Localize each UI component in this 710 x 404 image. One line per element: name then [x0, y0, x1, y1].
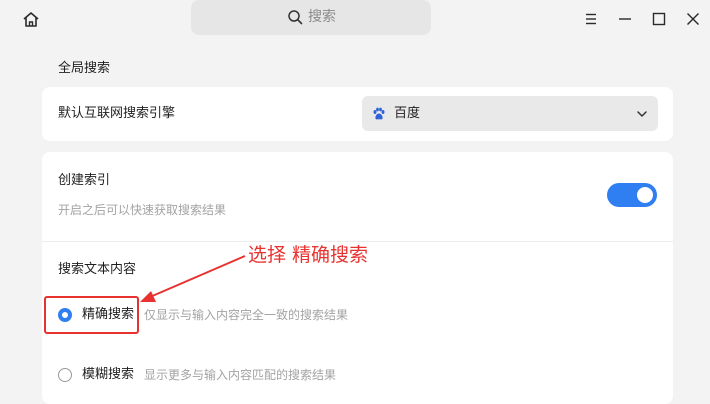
home-icon[interactable]: [20, 9, 42, 31]
search-input[interactable]: 搜索: [191, 0, 431, 35]
exact-search-description: 仅显示与输入内容完全一致的搜索结果: [144, 308, 349, 322]
chevron-down-icon: [637, 111, 647, 117]
search-input-content: 搜索: [287, 8, 336, 26]
create-index-title: 创建索引: [58, 173, 111, 188]
fuzzy-search-description: 显示更多与输入内容匹配的搜索结果: [144, 368, 337, 382]
search-engine-value: 百度: [394, 106, 421, 121]
search-engine-card: 默认互联网搜索引擎 百度: [42, 87, 673, 141]
title-bar: 搜索: [0, 0, 710, 40]
menu-icon[interactable]: [581, 9, 601, 29]
search-text-content-title: 搜索文本内容: [58, 262, 137, 277]
maximize-icon[interactable]: [649, 9, 669, 29]
create-index-description: 开启之后可以快速获取搜索结果: [58, 203, 227, 217]
radio-option-fuzzy-search[interactable]: 模糊搜索 显示更多与输入内容匹配的搜索结果: [58, 364, 336, 386]
search-engine-dropdown[interactable]: 百度: [362, 96, 658, 131]
toggle-knob: [637, 187, 653, 203]
fuzzy-search-label: 模糊搜索: [82, 367, 135, 382]
radio-button-fuzzy[interactable]: [58, 368, 72, 382]
minimize-icon[interactable]: [615, 9, 635, 29]
search-engine-label: 默认互联网搜索引擎: [58, 106, 176, 121]
annotation-highlight-box: [44, 296, 139, 334]
baidu-paw-icon: [373, 107, 385, 120]
section-title-global-search: 全局搜索: [58, 61, 111, 76]
close-icon[interactable]: [683, 9, 703, 29]
divider: [42, 241, 673, 242]
search-placeholder: 搜索: [308, 9, 336, 25]
search-settings-card: 创建索引 开启之后可以快速获取搜索结果 搜索文本内容 精确搜索 仅显示与输入内容…: [42, 152, 673, 404]
annotation-text: 选择 精确搜索: [248, 244, 369, 266]
create-index-toggle[interactable]: [607, 183, 657, 207]
search-icon: [288, 10, 303, 25]
